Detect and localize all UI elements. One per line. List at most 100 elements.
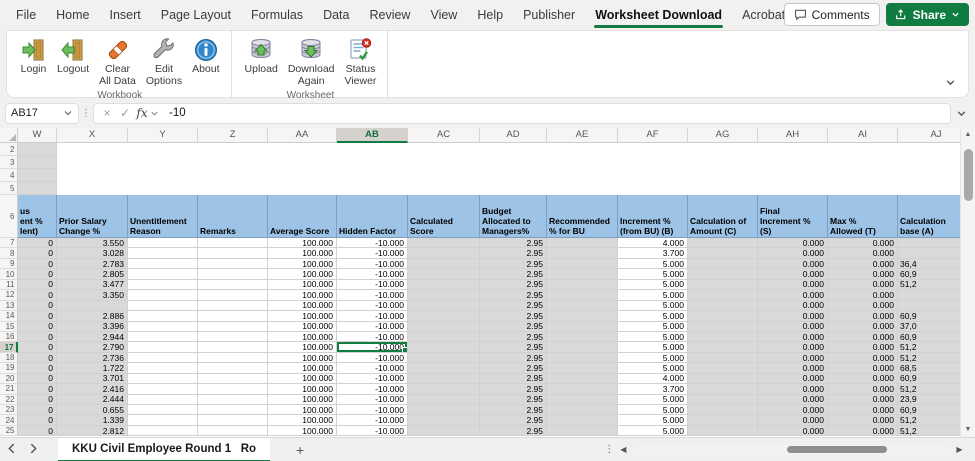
cell-Y9[interactable] bbox=[128, 259, 198, 269]
cell-AB2[interactable] bbox=[337, 143, 408, 156]
row-header-13[interactable]: 13 bbox=[0, 301, 18, 311]
cell-X6[interactable]: Prior Salary Change % bbox=[57, 195, 128, 238]
cell-AH24[interactable]: 0.000 bbox=[758, 415, 828, 425]
cell-AC20[interactable] bbox=[408, 374, 480, 384]
row-header-6[interactable]: 6 bbox=[0, 195, 18, 238]
cell-AA19[interactable]: 100.000 bbox=[268, 363, 337, 373]
cell-AE9[interactable] bbox=[547, 259, 618, 269]
cell-AG12[interactable] bbox=[688, 290, 758, 300]
download-button[interactable]: Download Again bbox=[283, 34, 340, 89]
cell-Y11[interactable] bbox=[128, 280, 198, 290]
cell-Z21[interactable] bbox=[198, 384, 268, 394]
cell-AF21[interactable]: 3.700 bbox=[618, 384, 688, 394]
cell-AB14[interactable]: -10.000 bbox=[337, 311, 408, 321]
cell-Z4[interactable] bbox=[198, 169, 268, 182]
cell-AG18[interactable] bbox=[688, 353, 758, 363]
cell-Z5[interactable] bbox=[198, 182, 268, 195]
cell-AC25[interactable] bbox=[408, 426, 480, 436]
scroll-down-icon[interactable]: ▼ bbox=[965, 423, 972, 437]
cell-Y8[interactable] bbox=[128, 248, 198, 258]
cell-AB20[interactable]: -10.000 bbox=[337, 374, 408, 384]
cell-AB21[interactable]: -10.000 bbox=[337, 384, 408, 394]
cell-AF18[interactable]: 5.000 bbox=[618, 353, 688, 363]
cell-AH23[interactable]: 0.000 bbox=[758, 405, 828, 415]
cell-AF7[interactable]: 4.000 bbox=[618, 238, 688, 248]
cell-AD23[interactable]: 2.95 bbox=[480, 405, 547, 415]
cell-X24[interactable]: 1.339 bbox=[57, 415, 128, 425]
cell-AH15[interactable]: 0.000 bbox=[758, 322, 828, 332]
cell-W6[interactable]: us ent % lent) bbox=[18, 195, 57, 238]
cell-AG24[interactable] bbox=[688, 415, 758, 425]
horizontal-scroll-track[interactable] bbox=[632, 445, 950, 454]
cell-AF10[interactable]: 5.000 bbox=[618, 269, 688, 279]
column-header-AC[interactable]: AC bbox=[408, 128, 480, 143]
cell-AF14[interactable]: 5.000 bbox=[618, 311, 688, 321]
cell-AC17[interactable] bbox=[408, 342, 480, 352]
cell-Z25[interactable] bbox=[198, 426, 268, 436]
cell-Z15[interactable] bbox=[198, 322, 268, 332]
cell-AD2[interactable] bbox=[480, 143, 547, 156]
cell-Y2[interactable] bbox=[128, 143, 198, 156]
cell-AG16[interactable] bbox=[688, 332, 758, 342]
cell-AA20[interactable]: 100.000 bbox=[268, 374, 337, 384]
cell-AH3[interactable] bbox=[758, 156, 828, 169]
column-header-AE[interactable]: AE bbox=[547, 128, 618, 143]
cell-W24[interactable]: 0 bbox=[18, 415, 57, 425]
cell-AF17[interactable]: 5.000 bbox=[618, 342, 688, 352]
cell-Z10[interactable] bbox=[198, 269, 268, 279]
cell-Z8[interactable] bbox=[198, 248, 268, 258]
column-header-Y[interactable]: Y bbox=[128, 128, 198, 143]
cell-Y18[interactable] bbox=[128, 353, 198, 363]
cell-AI18[interactable]: 0.000 bbox=[828, 353, 898, 363]
cell-Y5[interactable] bbox=[128, 182, 198, 195]
cell-AE22[interactable] bbox=[547, 395, 618, 405]
cell-AF5[interactable] bbox=[618, 182, 688, 195]
cell-AE11[interactable] bbox=[547, 280, 618, 290]
cell-AD16[interactable]: 2.95 bbox=[480, 332, 547, 342]
cell-AB5[interactable] bbox=[337, 182, 408, 195]
cell-AE6[interactable]: Recommended % for BU bbox=[547, 195, 618, 238]
cell-X5[interactable] bbox=[57, 182, 128, 195]
logout-button[interactable]: Logout bbox=[52, 34, 94, 89]
cell-AC15[interactable] bbox=[408, 322, 480, 332]
cell-AB24[interactable]: -10.000 bbox=[337, 415, 408, 425]
row-header-20[interactable]: 20 bbox=[0, 374, 18, 384]
cell-AH7[interactable]: 0.000 bbox=[758, 238, 828, 248]
cell-AH12[interactable]: 0.000 bbox=[758, 290, 828, 300]
cell-AE5[interactable] bbox=[547, 182, 618, 195]
ribbon-tab-publisher[interactable]: Publisher bbox=[513, 0, 585, 30]
cell-W9[interactable]: 0 bbox=[18, 259, 57, 269]
cell-X8[interactable]: 3.028 bbox=[57, 248, 128, 258]
cell-AC3[interactable] bbox=[408, 156, 480, 169]
cell-X11[interactable]: 3.477 bbox=[57, 280, 128, 290]
cell-AH4[interactable] bbox=[758, 169, 828, 182]
cell-AI16[interactable]: 0.000 bbox=[828, 332, 898, 342]
cell-W3[interactable] bbox=[18, 156, 57, 169]
row-header-19[interactable]: 19 bbox=[0, 363, 18, 373]
cell-AE10[interactable] bbox=[547, 269, 618, 279]
cell-AE20[interactable] bbox=[547, 374, 618, 384]
login-button[interactable]: Login bbox=[15, 34, 52, 89]
sheet-prev-icon[interactable] bbox=[0, 443, 22, 457]
cell-Y20[interactable] bbox=[128, 374, 198, 384]
row-header-23[interactable]: 23 bbox=[0, 405, 18, 415]
cell-AC6[interactable]: Calculated Score bbox=[408, 195, 480, 238]
row-header-7[interactable]: 7 bbox=[0, 238, 18, 248]
cell-AF25[interactable]: 5.000 bbox=[618, 426, 688, 436]
cell-AD4[interactable] bbox=[480, 169, 547, 182]
cell-W19[interactable]: 0 bbox=[18, 363, 57, 373]
cell-AG25[interactable] bbox=[688, 426, 758, 436]
cell-AA16[interactable]: 100.000 bbox=[268, 332, 337, 342]
cell-AB13[interactable]: -10.000 bbox=[337, 301, 408, 311]
cell-AB3[interactable] bbox=[337, 156, 408, 169]
cell-AA14[interactable]: 100.000 bbox=[268, 311, 337, 321]
cell-AA8[interactable]: 100.000 bbox=[268, 248, 337, 258]
cell-Z12[interactable] bbox=[198, 290, 268, 300]
cell-Z6[interactable]: Remarks bbox=[198, 195, 268, 238]
cell-Z18[interactable] bbox=[198, 353, 268, 363]
cell-AG7[interactable] bbox=[688, 238, 758, 248]
cell-AC11[interactable] bbox=[408, 280, 480, 290]
cell-AF9[interactable]: 5.000 bbox=[618, 259, 688, 269]
cell-Y7[interactable] bbox=[128, 238, 198, 248]
cell-AE15[interactable] bbox=[547, 322, 618, 332]
